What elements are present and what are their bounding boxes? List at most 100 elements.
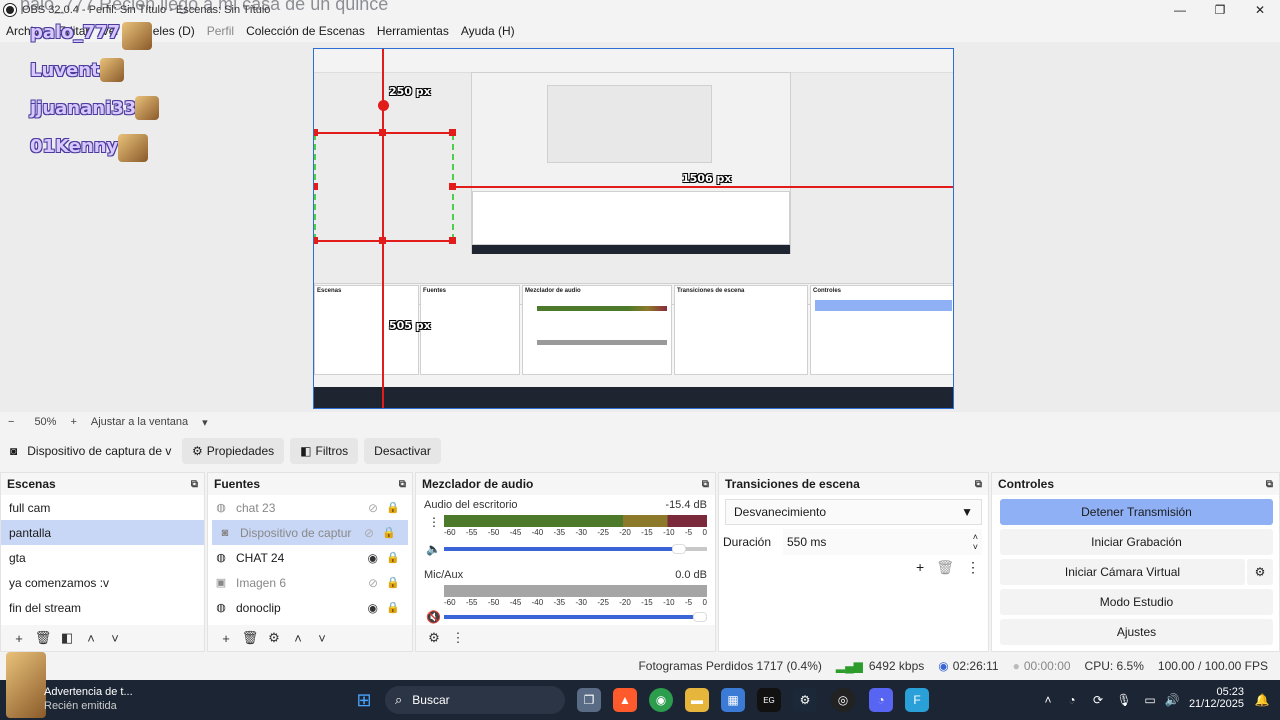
resize-handle[interactable]	[379, 129, 386, 136]
volume-knob[interactable]	[671, 544, 686, 554]
file-explorer-icon[interactable]: ▬	[685, 688, 709, 712]
chevron-up-icon[interactable]: ˄	[286, 631, 310, 646]
lock-icon[interactable]: 🔒	[386, 576, 400, 589]
maximize-icon[interactable]: ❐	[1200, 0, 1240, 20]
menu-herramientas[interactable]: Herramientas	[371, 24, 455, 38]
stop-streaming-button[interactable]: Detener Transmisión	[1000, 499, 1273, 525]
notification-bell-icon[interactable]: 🔔	[1250, 688, 1274, 712]
speaker-icon[interactable]: 🔈	[426, 542, 441, 556]
taskbar-search[interactable]: ⌕ Buscar	[385, 686, 565, 714]
settings-button[interactable]: Ajustes	[1000, 619, 1273, 645]
lock-icon[interactable]: 🔒	[386, 501, 400, 514]
filters-button[interactable]: ◧ Filtros	[290, 438, 359, 464]
eye-icon[interactable]: ◉	[368, 551, 378, 565]
source-item[interactable]: ◍ donoclip ◉ 🔒	[208, 595, 412, 620]
spin-arrows-icon[interactable]: ˄ ˅	[973, 532, 978, 552]
minimize-icon[interactable]: —	[1160, 0, 1200, 20]
zoom-level[interactable]: 50%	[34, 416, 56, 428]
trash-icon[interactable]: 🗑	[936, 559, 954, 576]
chevron-down-icon[interactable]: ˅	[103, 631, 127, 646]
rotate-handle[interactable]	[378, 100, 389, 111]
add-icon[interactable]: +	[214, 631, 238, 646]
close-icon[interactable]: ✕	[1240, 0, 1280, 20]
scene-item[interactable]: gta	[1, 545, 204, 570]
chevron-down-icon[interactable]: ▾	[202, 416, 208, 429]
menu-coleccion[interactable]: Colección de Escenas	[240, 24, 371, 38]
resize-handle[interactable]	[449, 237, 456, 244]
eye-hidden-icon[interactable]: ⊘	[368, 501, 378, 515]
menu-perfil[interactable]: Perfil	[201, 24, 240, 38]
zoom-out-icon[interactable]: −	[8, 416, 14, 428]
source-item[interactable]: ◙ Dispositivo de captura de vi ⊘ 🔒	[212, 520, 408, 545]
deactivate-button[interactable]: Desactivar	[364, 438, 441, 464]
mute-icon[interactable]: 🔇	[426, 610, 441, 624]
studio-mode-button[interactable]: Modo Estudio	[1000, 589, 1273, 615]
discord-tray-icon[interactable]: ◔	[1060, 688, 1084, 712]
chrome-icon[interactable]: ◉	[649, 688, 673, 712]
scene-item[interactable]: fin del stream	[1, 595, 204, 620]
volume-knob[interactable]	[693, 612, 707, 622]
resize-handle[interactable]	[314, 183, 318, 190]
network-icon[interactable]: ▭	[1138, 688, 1162, 712]
add-icon[interactable]: +	[916, 559, 924, 576]
store-icon[interactable]: ▦	[721, 688, 745, 712]
trash-icon[interactable]: 🗑	[238, 630, 262, 646]
gear-icon[interactable]: ⚙	[422, 630, 446, 646]
menu-ayuda[interactable]: Ayuda (H)	[455, 24, 521, 38]
eye-icon[interactable]: ◉	[368, 601, 378, 615]
app-icon[interactable]: F	[905, 688, 929, 712]
resize-handle[interactable]	[314, 237, 318, 244]
steam-icon[interactable]: ⚙	[793, 688, 817, 712]
transition-select[interactable]: Desvanecimiento ▼	[725, 499, 982, 525]
source-item[interactable]: ▣ Imagen 6 ⊘ 🔒	[208, 570, 412, 595]
discord-icon[interactable]: ◔	[869, 688, 893, 712]
duration-spinbox[interactable]: 550 ms ˄ ˅	[783, 529, 982, 555]
kebab-menu-icon[interactable]: ⋮	[446, 630, 470, 646]
trash-icon[interactable]: 🗑	[31, 630, 55, 646]
source-item[interactable]: ◍ chat 23 ⊘ 🔒	[208, 495, 412, 520]
scene-item[interactable]: ya comenzamos :v	[1, 570, 204, 595]
undock-icon[interactable]: ⧉	[975, 479, 982, 490]
start-recording-button[interactable]: Iniciar Grabación	[1000, 529, 1273, 555]
windows-start-icon[interactable]: ⊞	[352, 688, 376, 712]
volume-slider[interactable]	[444, 544, 707, 554]
undock-icon[interactable]: ⧉	[191, 479, 198, 490]
resize-handle[interactable]	[379, 237, 386, 244]
microphone-icon[interactable]: 🎙	[1112, 688, 1136, 712]
eye-hidden-icon[interactable]: ⊘	[364, 526, 374, 540]
undock-icon[interactable]: ⧉	[399, 479, 406, 490]
volume-icon[interactable]: 🔊	[1160, 688, 1184, 712]
chevron-up-icon[interactable]: ˄	[79, 631, 103, 646]
notification-title[interactable]: Advertencia de t...	[44, 686, 133, 698]
virtual-cam-settings-icon[interactable]: ⚙	[1247, 559, 1273, 585]
resize-handle[interactable]	[449, 129, 456, 136]
properties-button[interactable]: ⚙ Propiedades	[182, 438, 285, 464]
source-item[interactable]: ◍ CHAT 24 ◉ 🔒	[208, 545, 412, 570]
zoom-in-icon[interactable]: +	[70, 416, 76, 428]
filter-icon[interactable]: ◧	[55, 630, 79, 646]
preview-canvas[interactable]: Escenas Fuentes Mezclador de audio Trans…	[313, 48, 954, 409]
chevron-up-icon[interactable]: ˄	[1036, 688, 1060, 712]
scene-item[interactable]: pantalla	[1, 520, 204, 545]
scene-item[interactable]: full cam	[1, 495, 204, 520]
volume-slider[interactable]	[444, 612, 707, 622]
lock-icon[interactable]: 🔒	[386, 601, 400, 614]
zoom-fit[interactable]: Ajustar a la ventana	[91, 416, 188, 428]
epic-games-icon[interactable]: EG	[757, 688, 781, 712]
add-icon[interactable]: +	[7, 631, 31, 646]
eye-hidden-icon[interactable]: ⊘	[368, 576, 378, 590]
gear-icon[interactable]: ⚙	[262, 630, 286, 646]
clock[interactable]: 05:23 21/12/2025	[1188, 686, 1244, 710]
task-view-icon[interactable]: ❐	[577, 688, 601, 712]
kebab-menu-icon[interactable]: ⋮	[428, 515, 440, 529]
start-virtual-camera-button[interactable]: Iniciar Cámara Virtual	[1000, 559, 1245, 585]
kebab-menu-icon[interactable]: ⋮	[966, 559, 980, 576]
resize-handle[interactable]	[314, 129, 318, 136]
chevron-down-icon[interactable]: ˅	[310, 631, 334, 646]
sync-icon[interactable]: ⟳	[1086, 688, 1110, 712]
lock-icon[interactable]: 🔒	[382, 526, 396, 539]
brave-icon[interactable]: ▲	[613, 688, 637, 712]
undock-icon[interactable]: ⧉	[702, 479, 709, 490]
resize-handle[interactable]	[449, 183, 456, 190]
undock-icon[interactable]: ⧉	[1266, 479, 1273, 490]
